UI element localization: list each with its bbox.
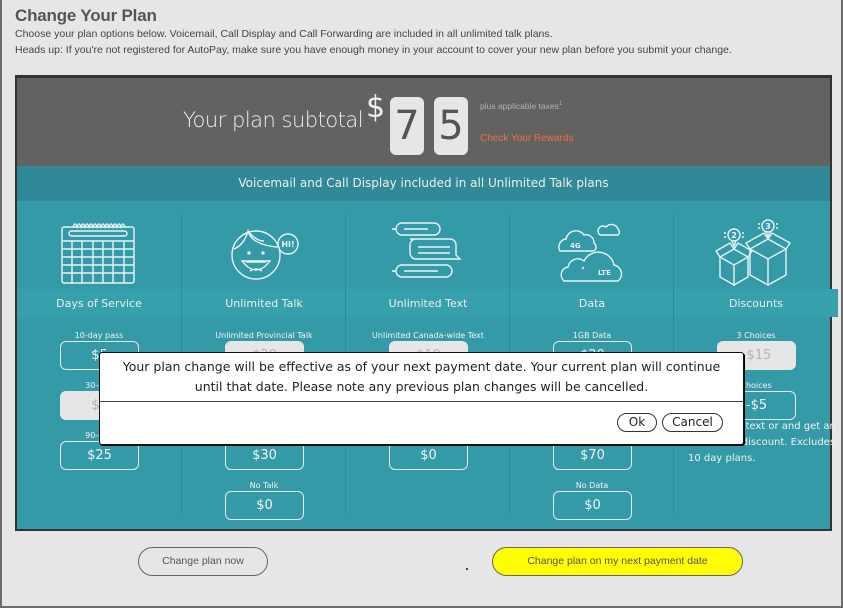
option-label: 1GB Data	[572, 331, 612, 340]
icon-text: LTE	[598, 269, 611, 277]
dialog-divider	[100, 401, 743, 402]
taxes-note-text: plus applicable taxes	[480, 101, 559, 111]
dialog-message: Your plan change will be effective as of…	[122, 359, 721, 394]
subtotal-digit: 5	[434, 97, 468, 155]
icon-text: 3	[765, 222, 771, 231]
option-label: No Talk	[249, 481, 279, 490]
option-no-text[interactable]: $0	[389, 441, 468, 470]
check-rewards-link[interactable]: Check Your Rewards	[480, 133, 573, 144]
option-talk-30[interactable]: $30	[225, 441, 304, 470]
taxes-note: plus applicable taxes1	[480, 101, 562, 111]
column-title: Unlimited Text	[388, 297, 468, 310]
autopay-notice: Heads up: If you're not registered for A…	[15, 44, 732, 56]
currency-symbol: $	[366, 90, 386, 125]
option-label: Unlimited Canada-wide Text	[372, 331, 484, 340]
icon-text: 2	[731, 231, 737, 240]
column-title: Data	[578, 297, 606, 310]
subtotal-label: Your plan subtotal	[183, 108, 364, 132]
chat-bubbles-icon	[391, 222, 462, 278]
confirm-dialog: Your plan change will be effective as of…	[99, 352, 744, 445]
option-label: Unlimited Provincial Talk	[215, 331, 313, 340]
option-label: No Data	[575, 481, 609, 490]
change-plan-now-button[interactable]: Change plan now	[138, 547, 268, 576]
dialog-ok-button[interactable]: Ok	[617, 413, 657, 432]
change-plan-next-payment-button[interactable]: Change plan on my next payment date	[492, 547, 743, 576]
calendar-icon	[61, 223, 135, 284]
taxes-footnote: 1	[558, 101, 563, 108]
option-no-data[interactable]: $0	[553, 491, 632, 520]
subtotal-digit: 7	[390, 97, 424, 155]
icon-text: 4G	[570, 242, 581, 250]
option-no-talk[interactable]: $0	[225, 491, 304, 520]
intro-text: Choose your plan options below. Voicemai…	[15, 28, 553, 40]
voicemail-banner: Voicemail and Call Display included in a…	[17, 166, 830, 201]
option-label: 3 Choices	[736, 331, 776, 340]
gift-boxes-icon: 2 3	[715, 219, 792, 287]
column-title: Discounts	[728, 297, 784, 310]
column-title: Days of Service	[56, 297, 142, 310]
talking-face-icon: HI!	[231, 228, 299, 280]
icon-text: HI!	[281, 240, 294, 249]
option-label: 10-day pass	[74, 331, 124, 340]
page-title: Change Your Plan	[15, 6, 157, 25]
plan-builder-panel: Your plan subtotal $ 7 5 plus applicable…	[15, 75, 838, 531]
column-title: Unlimited Talk	[225, 297, 303, 310]
stray-dot	[466, 568, 468, 570]
subtotal-header: Your plan subtotal $ 7 5 plus applicable…	[17, 78, 830, 166]
option-90-day[interactable]: $25	[60, 441, 139, 470]
option-data-70[interactable]: $70	[553, 441, 632, 470]
clouds-icon: 4G LTE	[558, 223, 623, 282]
dialog-cancel-button[interactable]: Cancel	[662, 413, 723, 432]
